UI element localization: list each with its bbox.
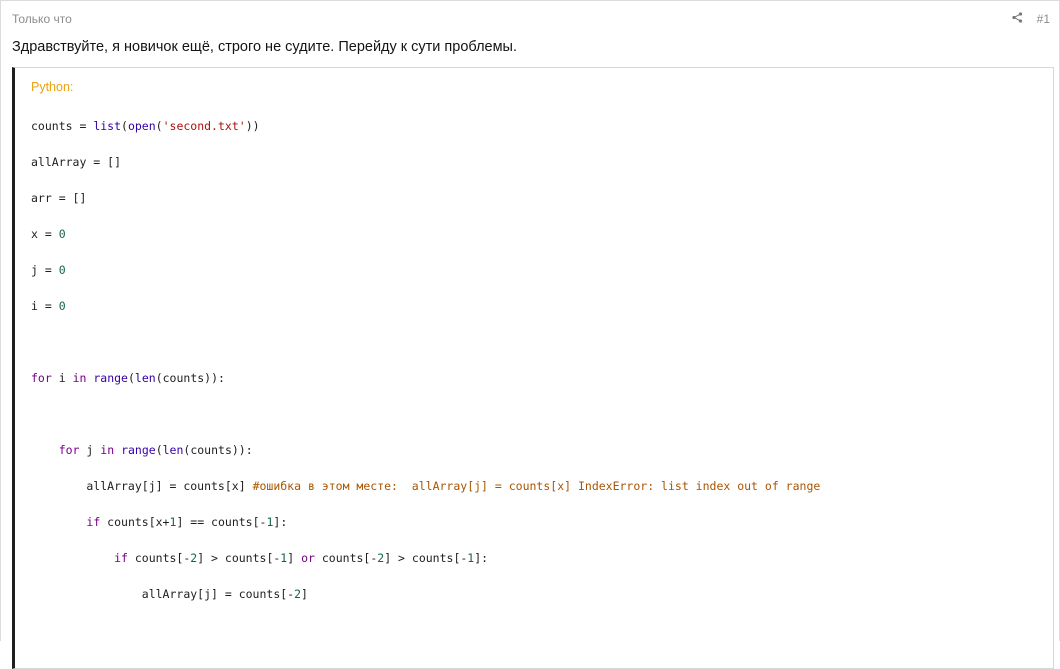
code-line: if counts[x+1] == counts[-1]: [31,514,820,550]
code-text: ( [155,119,163,133]
code-text: ( [155,443,163,457]
code-keyword: in [72,371,87,385]
code-line: for i in range(len(counts)): [31,370,820,406]
code-keyword: if [114,551,128,565]
code-text: arr = [] [31,191,87,205]
code-builtin: list [93,119,122,133]
code-line: allArray[j] = counts[x] #ошибка в этом м… [31,478,820,514]
code-text: ] [301,587,308,601]
code-text: counts[x+ [100,515,170,529]
code-text: ( [127,371,135,385]
code-keyword: in [100,443,115,457]
code-text: allArray[j] = counts[x] [31,479,253,493]
post-message: Здравствуйте, я новичок ещё, строго не с… [12,39,518,55]
code-keyword: for [58,443,80,457]
code-line: allArray = [] [31,154,820,190]
code-text: ]: [474,551,489,565]
code-keyword: for [31,371,52,385]
code-line: allArray[j] = counts[-2] [31,586,820,622]
post-timestamp[interactable]: Только что [12,12,72,26]
code-text: x = [31,227,59,241]
code-line: i = 0 [31,298,820,334]
code-text: ] [287,551,302,565]
code-text: ] > counts[- [197,551,281,565]
code-comment: #ошибка в этом месте: allArray[j] = coun… [252,479,821,493]
post-actions: #1 [1012,12,1050,26]
code-text: )) [245,119,260,133]
code-text: ]: [273,515,288,529]
code-line: for j in range(len(counts)): [31,442,820,478]
code-builtin: open [127,119,156,133]
code-number: 0 [58,299,66,313]
code-builtin: len [162,443,184,457]
code-text: ( [121,119,128,133]
code-text: counts[- [314,551,378,565]
code-keyword: or [301,551,315,565]
share-icon[interactable] [1012,12,1023,26]
code-line: arr = [] [31,190,820,226]
code-text: (counts)): [183,443,253,457]
code-text: i [51,371,73,385]
code-line: j = 0 [31,262,820,298]
code-string: 'second.txt' [162,119,246,133]
code-number: 0 [58,263,66,277]
code-builtin: len [134,371,156,385]
code-text: ] > counts[- [384,551,468,565]
code-text: i = [31,299,59,313]
post-number-link[interactable]: #1 [1037,12,1050,26]
code-text: allArray[j] = counts[- [31,587,295,601]
code-language-label: Python: [31,80,74,94]
code-text: ] == counts[- [176,515,267,529]
code-builtin: range [93,371,128,385]
code-builtin: range [121,443,156,457]
code-lines: counts = list(open('second.txt')) allArra… [31,118,820,622]
code-block: Python: counts = list(open('second.txt')… [12,67,1054,669]
code-number: 0 [58,227,66,241]
code-number: 2 [294,587,302,601]
code-text: j [79,443,101,457]
code-line: counts = list(open('second.txt')) [31,118,820,154]
code-text: counts[- [127,551,191,565]
code-text: allArray = [] [31,155,122,169]
code-text: (counts)): [155,371,225,385]
code-text: j = [31,263,59,277]
forum-post: Только что #1 Здравствуйте, я новичок ещ… [0,0,1060,669]
code-keyword: if [86,515,101,529]
code-line: x = 0 [31,226,820,262]
code-text: counts = [31,119,94,133]
code-line: if counts[-2] > counts[-1] or counts[-2]… [31,550,820,586]
